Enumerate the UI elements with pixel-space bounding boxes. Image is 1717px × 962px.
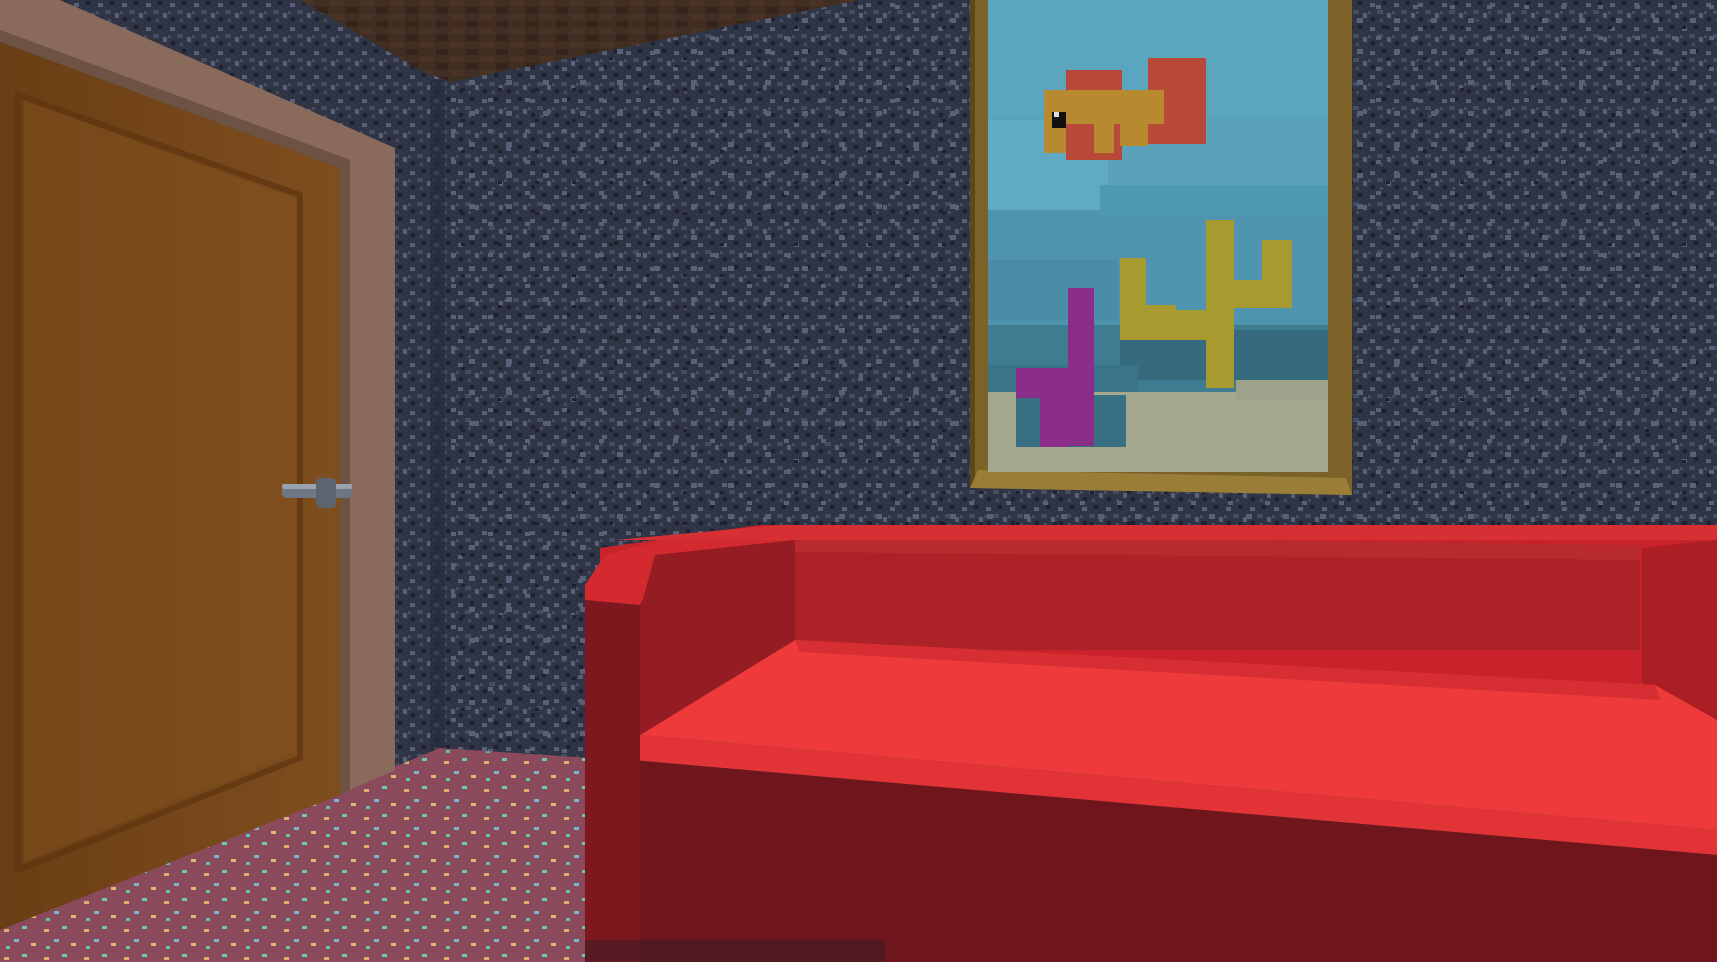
scene-canvas xyxy=(0,0,1717,962)
painting[interactable] xyxy=(970,0,1352,495)
wall-corner-shadow xyxy=(430,80,445,758)
red-sofa[interactable] xyxy=(585,525,1717,962)
game-viewport[interactable] xyxy=(0,0,1717,962)
